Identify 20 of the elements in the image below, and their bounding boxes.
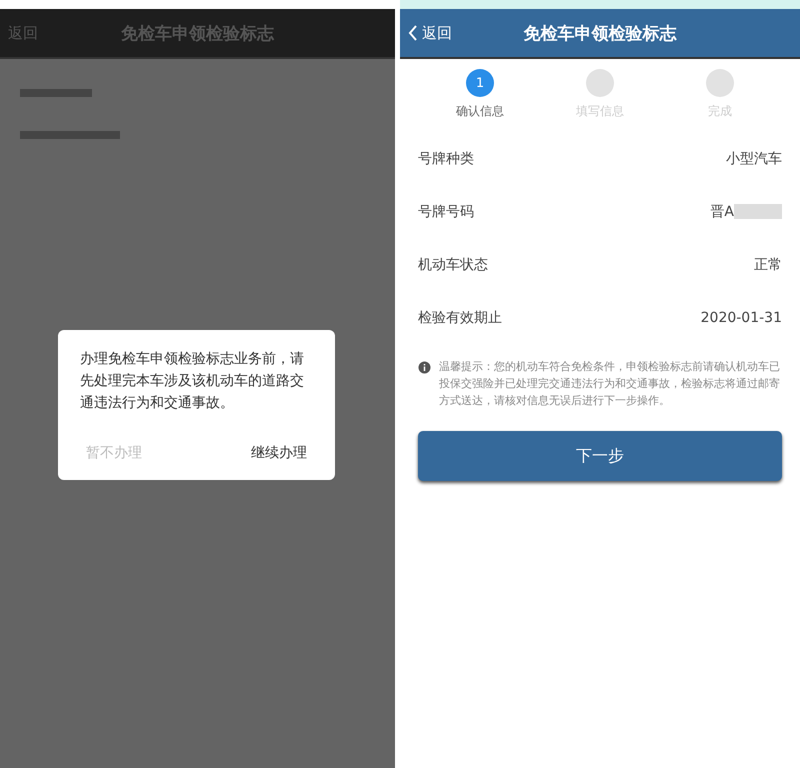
step-circle: 1 (466, 69, 494, 97)
field-label: 号牌种类 (418, 150, 474, 168)
info-icon (418, 361, 431, 374)
step-label: 确认信息 (456, 103, 504, 120)
field-value: 晋A (710, 204, 734, 220)
redacted-block (20, 89, 92, 97)
field-value: 2020-01-31 (700, 310, 782, 326)
next-button[interactable]: 下一步 (418, 431, 782, 481)
back-link[interactable]: 返回 (408, 24, 478, 42)
field-label: 机动车状态 (418, 256, 488, 274)
header-title: 免检车申领检验标志 (522, 22, 678, 44)
field-value: 正常 (754, 256, 782, 272)
mask-block (734, 204, 782, 220)
dialog-message: 办理免检车申领检验标志业务前，请先处理完本车涉及该机动车的道路交通违法行为和交通事故。 (80, 350, 305, 413)
notice-text: 温馨提示：您的机动车符合免检条件，申领检验标志前请确认机动车已投保交强险并已处理完交通违法行为和交通事故，检验标志将通过邮寄方式送达，请核对信息无误后进行下一步操作。 (439, 359, 781, 409)
field-label: 检验有效期止 (418, 308, 502, 326)
field-value: 小型汽车 (726, 150, 782, 166)
dialog-button[interactable]: 继续办理 (245, 440, 313, 466)
field-label: 号牌号码 (418, 202, 474, 220)
chevron-left-icon (408, 25, 418, 41)
